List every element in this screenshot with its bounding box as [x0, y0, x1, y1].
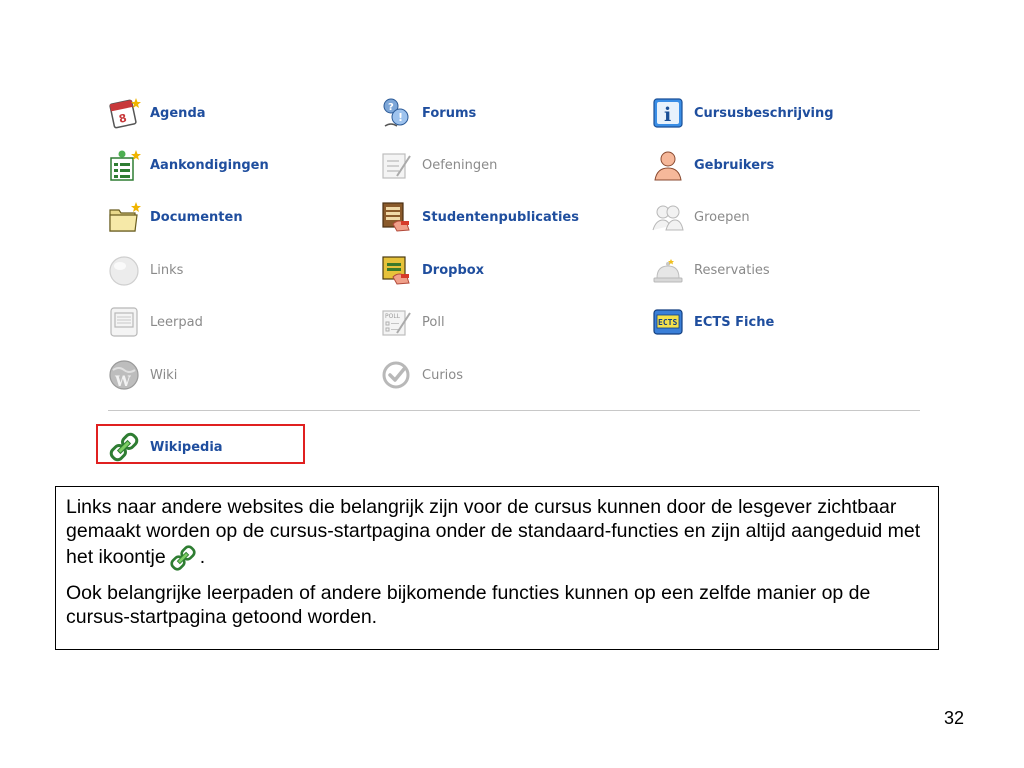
tool-agenda[interactable]: 8 Agenda	[106, 93, 206, 133]
explanation-paragraph: Ook belangrijke leerpaden of andere bijk…	[66, 582, 871, 628]
tool-label: ECTS Fiche	[694, 314, 775, 330]
ects-badge-icon: ECTS	[650, 304, 686, 340]
svg-text:ECTS: ECTS	[658, 318, 677, 327]
svg-text:?: ?	[388, 102, 394, 113]
globe-link-icon	[106, 252, 142, 288]
section-divider	[108, 410, 920, 411]
tool-label: Aankondigingen	[150, 157, 269, 173]
tool-label: Oefeningen	[422, 157, 498, 173]
tool-label: Reservaties	[694, 262, 770, 278]
page-number: 32	[943, 708, 964, 728]
tool-reservaties[interactable]: Reservaties	[650, 250, 770, 290]
group-icon	[650, 199, 686, 235]
tool-wikipedia[interactable]: Wikipedia	[106, 427, 223, 467]
explanation-box: Links naar andere websites die belangrij…	[55, 486, 939, 650]
tool-label: Wiki	[150, 367, 178, 383]
poll-icon: POLL	[378, 304, 414, 340]
tool-curios[interactable]: Curios	[378, 355, 463, 395]
tool-aankondigingen[interactable]: Aankondigingen	[106, 145, 269, 185]
tool-cursusbeschrijving[interactable]: i Cursusbeschrijving	[650, 93, 834, 133]
user-icon	[650, 147, 686, 183]
svg-text:!: !	[398, 111, 403, 124]
dropbox-hand-icon	[378, 252, 414, 288]
wiki-globe-icon: W	[106, 357, 142, 393]
tool-ects-fiche[interactable]: ECTS ECTS Fiche	[650, 302, 774, 342]
tool-forums[interactable]: ? ! Forums	[378, 93, 476, 133]
tool-label: Groepen	[694, 209, 750, 225]
tool-label: Poll	[422, 314, 445, 330]
explanation-text-end: .	[199, 546, 206, 569]
reservation-bell-icon	[650, 252, 686, 288]
exercise-checklist-icon	[378, 147, 414, 183]
tool-label: Cursusbeschrijving	[694, 105, 834, 121]
tool-label: Dropbox	[422, 262, 485, 278]
svg-text:POLL: POLL	[385, 313, 401, 320]
learning-path-icon	[106, 304, 142, 340]
folder-icon	[106, 199, 142, 235]
tool-label: Documenten	[150, 209, 243, 225]
tool-studentenpublicaties[interactable]: Studentenpublicaties	[378, 197, 579, 237]
forum-people-icon: ? !	[378, 95, 414, 131]
tool-poll[interactable]: POLL Poll	[378, 302, 445, 342]
tool-label: Studentenpublicaties	[422, 209, 579, 225]
tool-label: Leerpad	[150, 314, 203, 330]
tool-label: Wikipedia	[150, 439, 223, 455]
tool-links[interactable]: Links	[106, 250, 183, 290]
external-link-chain-icon	[168, 543, 198, 573]
student-publication-icon	[378, 199, 414, 235]
tool-gebruikers[interactable]: Gebruikers	[650, 145, 774, 185]
curios-check-icon	[378, 357, 414, 393]
tool-label: Curios	[422, 367, 463, 383]
announcement-board-icon	[106, 147, 142, 183]
tool-dropbox[interactable]: Dropbox	[378, 250, 484, 290]
calendar-icon: 8	[106, 95, 142, 131]
info-icon: i	[650, 95, 686, 131]
tool-label: Links	[150, 262, 184, 278]
svg-text:W: W	[114, 374, 131, 390]
tool-leerpad[interactable]: Leerpad	[106, 302, 203, 342]
tool-groepen[interactable]: Groepen	[650, 197, 750, 237]
svg-text:i: i	[664, 104, 671, 126]
tool-wiki[interactable]: W Wiki	[106, 355, 177, 395]
tool-documenten[interactable]: Documenten	[106, 197, 243, 237]
tool-label: Gebruikers	[694, 157, 775, 173]
external-link-chain-icon	[106, 429, 142, 465]
tool-label: Agenda	[150, 105, 206, 121]
explanation-paragraph: Links naar andere websites die belangrij…	[66, 495, 928, 573]
tool-label: Forums	[422, 105, 477, 121]
tool-oefeningen[interactable]: Oefeningen	[378, 145, 497, 185]
